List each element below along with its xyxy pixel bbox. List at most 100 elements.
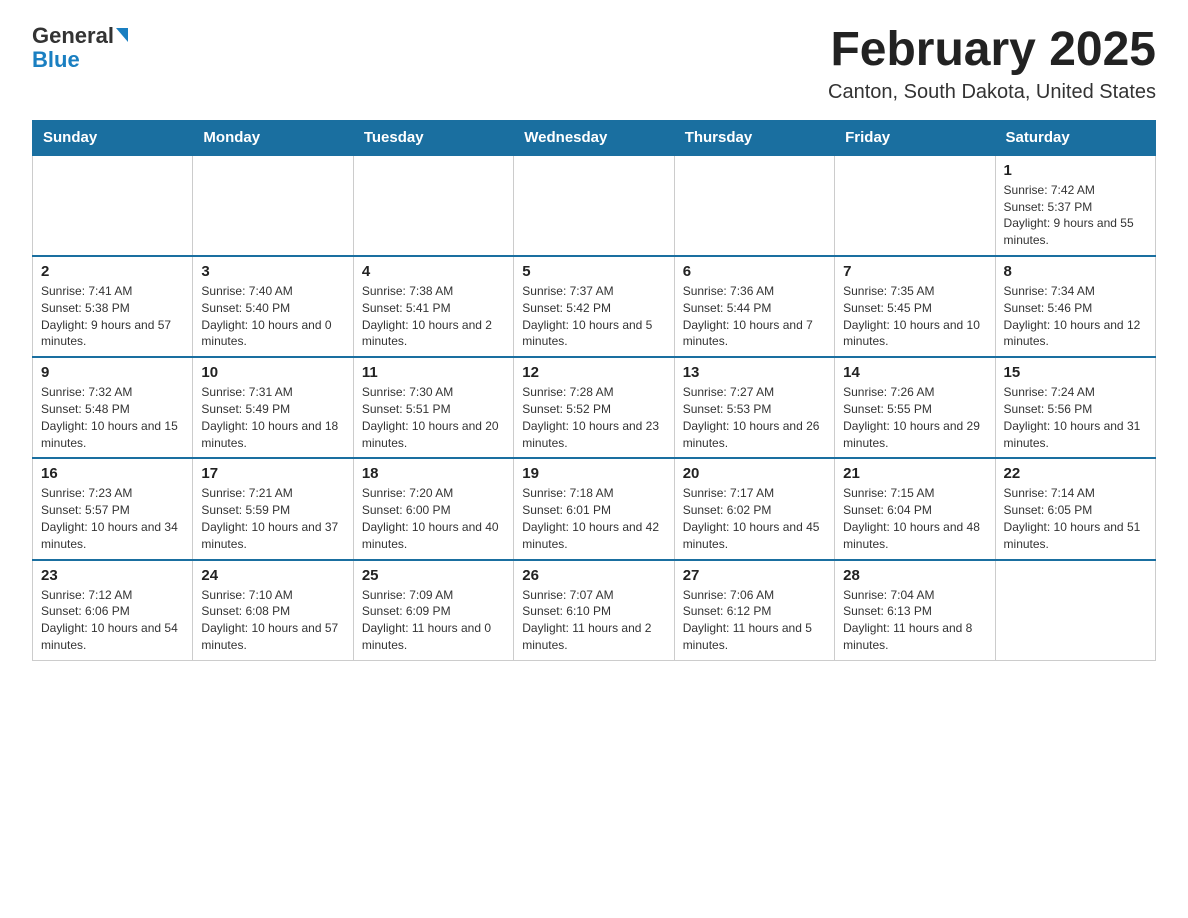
table-row (995, 560, 1155, 661)
table-row: 16 Sunrise: 7:23 AMSunset: 5:57 PMDayligh… (33, 458, 193, 559)
table-row: 20 Sunrise: 7:17 AMSunset: 6:02 PMDayligh… (674, 458, 834, 559)
day-number: 9 (41, 364, 184, 381)
logo-top: General (32, 24, 128, 48)
header-saturday: Saturday (995, 120, 1155, 155)
day-info: Sunrise: 7:12 AMSunset: 6:06 PMDaylight:… (41, 587, 184, 654)
calendar-week-row: 9 Sunrise: 7:32 AMSunset: 5:48 PMDaylight… (33, 357, 1156, 458)
table-row: 18Sunrise: 7:20 AMSunset: 6:00 PMDayligh… (353, 458, 513, 559)
day-info: Sunrise: 7:09 AMSunset: 6:09 PMDaylight:… (362, 587, 505, 654)
day-info: Sunrise: 7:20 AMSunset: 6:00 PMDaylight:… (362, 485, 505, 552)
table-row: 10 Sunrise: 7:31 AMSunset: 5:49 PMDayligh… (193, 357, 353, 458)
header-friday: Friday (835, 120, 995, 155)
day-number: 20 (683, 465, 826, 482)
table-row: 8 Sunrise: 7:34 AMSunset: 5:46 PMDaylight… (995, 256, 1155, 357)
table-row: 1 Sunrise: 7:42 AMSunset: 5:37 PMDaylight… (995, 155, 1155, 256)
table-row (193, 155, 353, 256)
table-row: 15Sunrise: 7:24 AMSunset: 5:56 PMDayligh… (995, 357, 1155, 458)
day-number: 24 (201, 567, 344, 584)
table-row: 11 Sunrise: 7:30 AMSunset: 5:51 PMDayligh… (353, 357, 513, 458)
day-info: Sunrise: 7:10 AMSunset: 6:08 PMDaylight:… (201, 587, 344, 654)
table-row: 21 Sunrise: 7:15 AMSunset: 6:04 PMDayligh… (835, 458, 995, 559)
day-info: Sunrise: 7:26 AMSunset: 5:55 PMDaylight:… (843, 384, 986, 451)
day-info: Sunrise: 7:28 AMSunset: 5:52 PMDaylight:… (522, 384, 665, 451)
day-number: 4 (362, 263, 505, 280)
day-number: 23 (41, 567, 184, 584)
day-info: Sunrise: 7:27 AMSunset: 5:53 PMDaylight:… (683, 384, 826, 451)
day-info: Sunrise: 7:06 AMSunset: 6:12 PMDaylight:… (683, 587, 826, 654)
table-row: 26 Sunrise: 7:07 AMSunset: 6:10 PMDayligh… (514, 560, 674, 661)
title-section: February 2025 Canton, South Dakota, Unit… (828, 24, 1156, 104)
logo: General Blue (32, 24, 128, 72)
day-number: 14 (843, 364, 986, 381)
table-row: 19 Sunrise: 7:18 AMSunset: 6:01 PMDayligh… (514, 458, 674, 559)
logo-arrow-icon (116, 28, 128, 42)
table-row (33, 155, 193, 256)
page-header: General Blue February 2025 Canton, South… (32, 24, 1156, 104)
day-info: Sunrise: 7:35 AMSunset: 5:45 PMDaylight:… (843, 283, 986, 350)
table-row: 6 Sunrise: 7:36 AMSunset: 5:44 PMDaylight… (674, 256, 834, 357)
calendar-week-row: 16 Sunrise: 7:23 AMSunset: 5:57 PMDayligh… (33, 458, 1156, 559)
day-number: 11 (362, 364, 505, 381)
day-info: Sunrise: 7:14 AMSunset: 6:05 PMDaylight:… (1004, 485, 1147, 552)
calendar-header-row: Sunday Monday Tuesday Wednesday Thursday… (33, 120, 1156, 155)
day-info: Sunrise: 7:36 AMSunset: 5:44 PMDaylight:… (683, 283, 826, 350)
day-info: Sunrise: 7:37 AMSunset: 5:42 PMDaylight:… (522, 283, 665, 350)
day-number: 1 (1004, 162, 1147, 179)
day-number: 3 (201, 263, 344, 280)
day-info: Sunrise: 7:38 AMSunset: 5:41 PMDaylight:… (362, 283, 505, 350)
table-row: 4 Sunrise: 7:38 AMSunset: 5:41 PMDaylight… (353, 256, 513, 357)
day-info: Sunrise: 7:34 AMSunset: 5:46 PMDaylight:… (1004, 283, 1147, 350)
day-info: Sunrise: 7:21 AMSunset: 5:59 PMDaylight:… (201, 485, 344, 552)
table-row: 12 Sunrise: 7:28 AMSunset: 5:52 PMDayligh… (514, 357, 674, 458)
table-row: 5Sunrise: 7:37 AMSunset: 5:42 PMDaylight… (514, 256, 674, 357)
table-row: 17Sunrise: 7:21 AMSunset: 5:59 PMDayligh… (193, 458, 353, 559)
day-number: 2 (41, 263, 184, 280)
day-number: 8 (1004, 263, 1147, 280)
day-number: 10 (201, 364, 344, 381)
table-row: 13 Sunrise: 7:27 AMSunset: 5:53 PMDayligh… (674, 357, 834, 458)
day-number: 16 (41, 465, 184, 482)
day-info: Sunrise: 7:30 AMSunset: 5:51 PMDaylight:… (362, 384, 505, 451)
calendar-title: February 2025 (828, 24, 1156, 77)
day-info: Sunrise: 7:15 AMSunset: 6:04 PMDaylight:… (843, 485, 986, 552)
calendar-week-row: 23 Sunrise: 7:12 AMSunset: 6:06 PMDayligh… (33, 560, 1156, 661)
day-number: 19 (522, 465, 665, 482)
day-info: Sunrise: 7:18 AMSunset: 6:01 PMDaylight:… (522, 485, 665, 552)
calendar-table: Sunday Monday Tuesday Wednesday Thursday… (32, 120, 1156, 661)
day-number: 21 (843, 465, 986, 482)
table-row (674, 155, 834, 256)
table-row (514, 155, 674, 256)
logo-bottom: Blue (32, 48, 80, 72)
table-row: 25 Sunrise: 7:09 AMSunset: 6:09 PMDayligh… (353, 560, 513, 661)
day-info: Sunrise: 7:42 AMSunset: 5:37 PMDaylight:… (1004, 182, 1147, 249)
day-number: 6 (683, 263, 826, 280)
table-row: 2 Sunrise: 7:41 AMSunset: 5:38 PMDaylight… (33, 256, 193, 357)
day-info: Sunrise: 7:23 AMSunset: 5:57 PMDaylight:… (41, 485, 184, 552)
table-row: 3Sunrise: 7:40 AMSunset: 5:40 PMDaylight… (193, 256, 353, 357)
day-number: 12 (522, 364, 665, 381)
table-row: 23 Sunrise: 7:12 AMSunset: 6:06 PMDayligh… (33, 560, 193, 661)
header-monday: Monday (193, 120, 353, 155)
day-number: 22 (1004, 465, 1147, 482)
day-number: 28 (843, 567, 986, 584)
table-row (353, 155, 513, 256)
day-info: Sunrise: 7:04 AMSunset: 6:13 PMDaylight:… (843, 587, 986, 654)
calendar-week-row: 1 Sunrise: 7:42 AMSunset: 5:37 PMDaylight… (33, 155, 1156, 256)
day-number: 15 (1004, 364, 1147, 381)
day-number: 25 (362, 567, 505, 584)
day-number: 27 (683, 567, 826, 584)
day-number: 13 (683, 364, 826, 381)
day-info: Sunrise: 7:17 AMSunset: 6:02 PMDaylight:… (683, 485, 826, 552)
header-thursday: Thursday (674, 120, 834, 155)
table-row: 7Sunrise: 7:35 AMSunset: 5:45 PMDaylight… (835, 256, 995, 357)
header-wednesday: Wednesday (514, 120, 674, 155)
table-row (835, 155, 995, 256)
table-row: 27 Sunrise: 7:06 AMSunset: 6:12 PMDayligh… (674, 560, 834, 661)
day-info: Sunrise: 7:41 AMSunset: 5:38 PMDaylight:… (41, 283, 184, 350)
table-row: 9 Sunrise: 7:32 AMSunset: 5:48 PMDaylight… (33, 357, 193, 458)
day-info: Sunrise: 7:32 AMSunset: 5:48 PMDaylight:… (41, 384, 184, 451)
day-info: Sunrise: 7:31 AMSunset: 5:49 PMDaylight:… (201, 384, 344, 451)
day-info: Sunrise: 7:07 AMSunset: 6:10 PMDaylight:… (522, 587, 665, 654)
day-number: 26 (522, 567, 665, 584)
table-row: 28 Sunrise: 7:04 AMSunset: 6:13 PMDayligh… (835, 560, 995, 661)
